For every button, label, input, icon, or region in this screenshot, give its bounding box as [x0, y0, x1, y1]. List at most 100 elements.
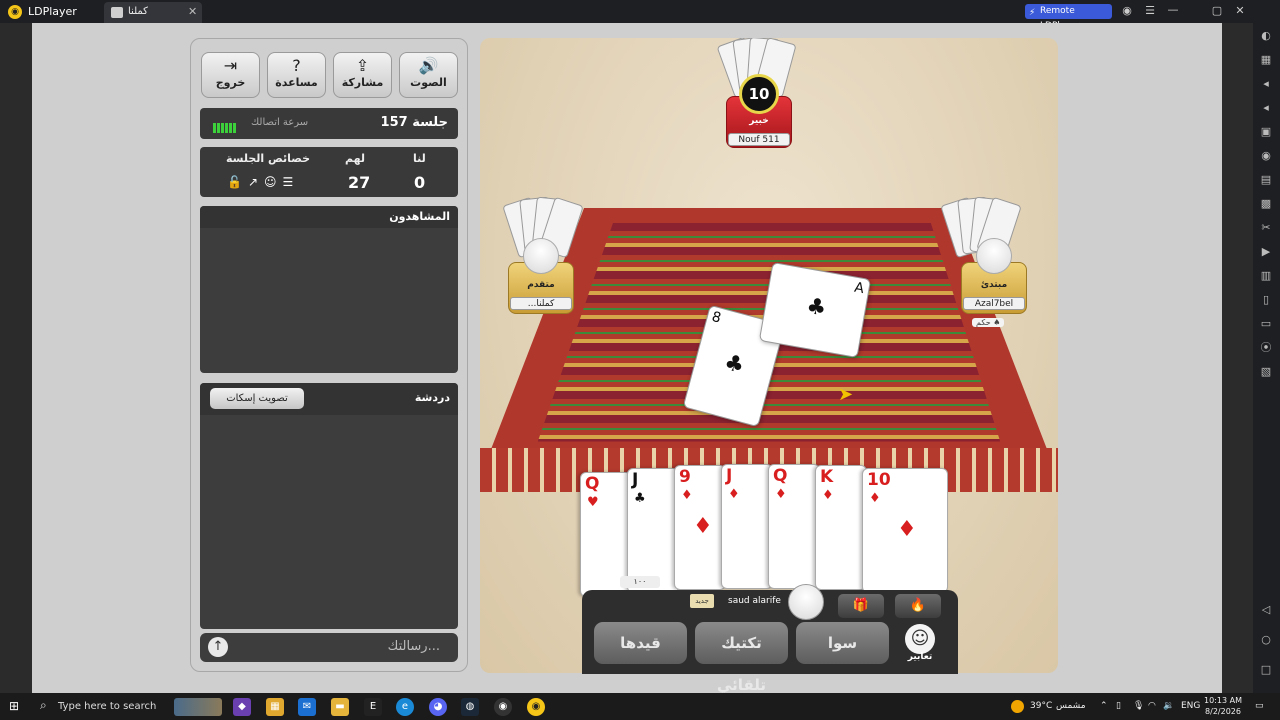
- left-player-avatar[interactable]: [523, 238, 559, 274]
- recents-nav-icon[interactable]: □: [1259, 663, 1273, 676]
- heart-icon: ♥: [587, 495, 599, 510]
- maximize-icon[interactable]: ▢: [1210, 4, 1224, 17]
- scissors-icon[interactable]: ✂: [1259, 221, 1273, 234]
- hand-card[interactable]: K ♦: [815, 465, 867, 590]
- together-button[interactable]: سوا: [796, 622, 889, 664]
- screenshot-icon[interactable]: ▤: [1259, 173, 1273, 186]
- signal-bars-icon: [213, 118, 243, 133]
- send-arrow-icon[interactable]: ↑: [208, 637, 228, 657]
- menu-icon[interactable]: ☰: [1143, 4, 1157, 17]
- left-player-name[interactable]: ...كملنا: [510, 297, 572, 310]
- robot-icon[interactable]: ▩: [1259, 197, 1273, 210]
- chat-input[interactable]: ↑ رسالتك...: [200, 633, 458, 662]
- top-player-name[interactable]: Nouf 511: [728, 133, 790, 146]
- hand-points: ١٠٠: [620, 576, 660, 588]
- language-indicator[interactable]: ENG: [1181, 701, 1200, 711]
- apk-icon[interactable]: ▥: [1259, 269, 1273, 282]
- remote-ldplayer-button[interactable]: ⚡ Remote LDPlayer: [1025, 4, 1112, 31]
- viewers-title: المشاهدون: [389, 210, 450, 223]
- right-player-avatar[interactable]: [976, 238, 1012, 274]
- share-button[interactable]: ⇪ مشاركة: [333, 52, 392, 98]
- record-button[interactable]: قيدها: [594, 622, 687, 664]
- sound-label: الصوت: [410, 76, 447, 89]
- card-rank: 10: [867, 470, 891, 490]
- tray-chevron-icon[interactable]: ⌃: [1100, 701, 1108, 711]
- sound-button[interactable]: 🔊 الصوت: [399, 52, 458, 98]
- edge-icon[interactable]: e: [396, 698, 414, 716]
- notification-icon[interactable]: ▭: [1255, 701, 1264, 711]
- tab-kamlna[interactable]: كملنا ✕: [104, 2, 202, 23]
- folder-icon[interactable]: ▭: [1259, 317, 1273, 330]
- explorer-icon[interactable]: ▬: [331, 698, 349, 716]
- scoreboard: خصائص الجلسة لهم لنا 🔓↗☺☰ 27 0: [200, 147, 458, 197]
- top-player-title: خبير: [749, 116, 769, 126]
- wifi-icon[interactable]: ◠: [1148, 701, 1156, 711]
- discord-icon[interactable]: ◕: [429, 698, 447, 716]
- mic-icon[interactable]: 🎙: [1133, 701, 1144, 711]
- right-player-name[interactable]: Azal7bel: [963, 297, 1025, 310]
- record-icon[interactable]: ◉: [1259, 149, 1273, 162]
- copilot-icon[interactable]: ◆: [233, 698, 251, 716]
- video-icon[interactable]: ▶: [1259, 245, 1273, 258]
- windows-start-icon[interactable]: ⊞: [9, 699, 23, 713]
- hand-card[interactable]: 10 ♦ ♦: [862, 468, 948, 593]
- search-icon: ⌕: [40, 698, 47, 712]
- share-label: مشاركة: [341, 76, 384, 89]
- hand-card[interactable]: 9 ♦ ♦: [674, 465, 726, 590]
- card-rank: K: [820, 467, 834, 487]
- help-button[interactable]: ? مساعدة: [267, 52, 326, 98]
- steam-icon[interactable]: ◍: [461, 698, 479, 716]
- help-label: مساعدة: [275, 76, 318, 89]
- hand-card[interactable]: J ♣: [627, 468, 679, 593]
- weather-temp: 39°C: [1030, 701, 1053, 711]
- back-nav-icon[interactable]: ◁: [1259, 603, 1273, 616]
- emotes-button[interactable]: ☺ تعابير: [896, 622, 944, 664]
- connection-speed-label: سرعة اتصالك: [251, 117, 309, 128]
- location-icon[interactable]: ⦿: [1259, 341, 1273, 354]
- fire-icon[interactable]: 🔥: [895, 594, 941, 618]
- viewers-header: المشاهدون: [200, 206, 458, 228]
- played-card: A ♣: [758, 261, 872, 359]
- played-card-rank: 8: [709, 308, 723, 327]
- outlook-icon[interactable]: ✉: [298, 698, 316, 716]
- club-icon: ♣: [721, 349, 748, 380]
- home-nav-icon[interactable]: ○: [1259, 633, 1273, 646]
- game-tab-icon: [111, 7, 123, 18]
- auto-tactic-button[interactable]: تكتيك تلقائي: [695, 622, 788, 694]
- hand-card[interactable]: J ♦: [721, 464, 773, 589]
- diamond-icon: ♦: [693, 514, 713, 539]
- minimize-icon[interactable]: —: [1166, 3, 1180, 16]
- operation-icon[interactable]: ▯: [1259, 293, 1273, 306]
- tray-app-icon[interactable]: ▯: [1116, 701, 1121, 711]
- mute-vote-button[interactable]: تصويت إسكات: [210, 388, 304, 409]
- session-properties-header: خصائص الجلسة: [226, 152, 311, 165]
- trump-badge: حكم ♠: [972, 318, 1005, 327]
- multi-instance-icon[interactable]: ▧: [1259, 365, 1273, 378]
- gift-icon[interactable]: 🎁: [838, 594, 884, 618]
- ldplayer-logo-icon: ◉: [8, 5, 22, 19]
- taskbar-search[interactable]: Type here to search: [58, 701, 156, 712]
- my-avatar[interactable]: [788, 584, 824, 620]
- screen-icon[interactable]: ▣: [1259, 125, 1273, 138]
- hand-card[interactable]: Q ♦: [768, 464, 820, 589]
- volume-up-icon[interactable]: ◂: [1259, 77, 1273, 90]
- obs-icon[interactable]: ◉: [494, 698, 512, 716]
- tab-label: كملنا: [128, 6, 148, 17]
- speaker-tray-icon[interactable]: 🔉: [1163, 701, 1174, 711]
- store-icon[interactable]: ▦: [266, 698, 284, 716]
- them-header: لهم: [345, 152, 366, 165]
- exit-button[interactable]: ⇥ خروج: [201, 52, 260, 98]
- gamepad-icon[interactable]: ◐: [1259, 29, 1273, 42]
- clock[interactable]: 10:13 AM 8/2/2026: [1203, 695, 1243, 717]
- volume-down-icon[interactable]: ◂: [1259, 101, 1273, 114]
- keyboard-icon[interactable]: ▦: [1259, 53, 1273, 66]
- chat-box: دردشة تصويت إسكات: [200, 383, 458, 629]
- epic-games-icon[interactable]: E: [364, 698, 382, 716]
- account-icon[interactable]: ◉: [1120, 4, 1134, 17]
- close-icon[interactable]: ✕: [1233, 4, 1247, 17]
- widgets-icon[interactable]: [174, 698, 222, 716]
- action-panel: جديد saud alarife 🎁 🔥 قيدها تكتيك تلقائي…: [582, 584, 958, 694]
- tab-close-icon[interactable]: ✕: [188, 5, 197, 18]
- diamond-icon: ♦: [822, 488, 834, 503]
- ldplayer-taskbar-icon[interactable]: ◉: [527, 698, 545, 716]
